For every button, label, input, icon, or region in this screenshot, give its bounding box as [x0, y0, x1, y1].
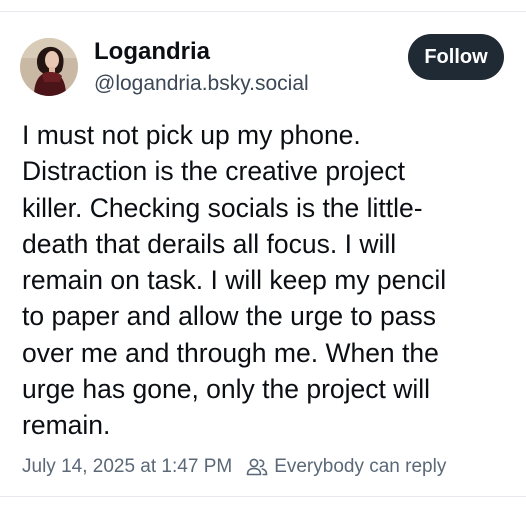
post-text-line: Distraction is the creative project	[22, 156, 405, 187]
post-text-line: urge has gone, only the project will	[22, 374, 431, 405]
post-text-line: remain on task. I will keep my pencil	[22, 265, 447, 296]
bottom-divider	[0, 496, 526, 497]
avatar-image	[20, 38, 78, 96]
post-text-line: to paper and allow the urge to pass	[22, 301, 436, 332]
post-timestamp[interactable]: July 14, 2025 at 1:47 PM	[22, 456, 232, 478]
reply-setting-label: Everybody can reply	[274, 456, 447, 477]
author-display-name[interactable]: Logandria	[94, 37, 210, 67]
post-text-line: killer. Checking socials is the little-	[22, 192, 423, 223]
post-text-line: remain.	[22, 410, 111, 441]
post-text-line: death that derails all focus. I will	[22, 228, 397, 259]
post-meta: July 14, 2025 at 1:47 PM Everybody can r…	[22, 452, 446, 482]
follow-button[interactable]: Follow	[408, 34, 504, 80]
reply-setting: Everybody can reply	[246, 456, 446, 478]
post-text: I must not pick up my phone. Distraction…	[22, 117, 510, 444]
people-icon	[246, 458, 268, 476]
post-text-line: over me and through me. When the	[22, 337, 439, 368]
author-handle[interactable]: @logandria.bsky.social	[94, 70, 309, 98]
avatar[interactable]	[20, 38, 78, 96]
post-text-line: I must not pick up my phone.	[22, 120, 361, 150]
top-divider	[0, 11, 526, 12]
